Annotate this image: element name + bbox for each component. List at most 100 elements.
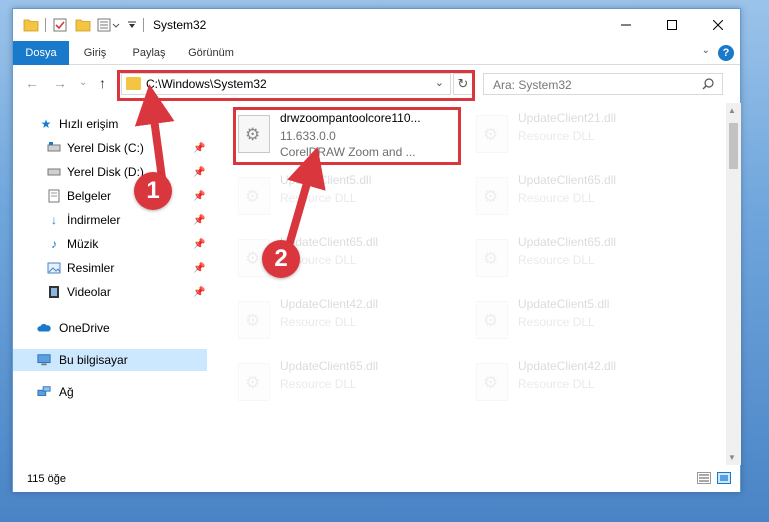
sidebar-item-network[interactable]: Ağ bbox=[13, 381, 207, 403]
scroll-thumb[interactable] bbox=[729, 123, 738, 169]
maximize-icon bbox=[667, 20, 677, 30]
tab-file[interactable]: Dosya bbox=[13, 41, 69, 65]
file-name: UpdateClient65.dll bbox=[518, 235, 617, 249]
details-view-button[interactable] bbox=[697, 472, 711, 484]
sidebar-item-label: Ağ bbox=[59, 385, 74, 399]
file-name: UpdateClient42.dll bbox=[280, 297, 379, 311]
folder-icon[interactable] bbox=[23, 18, 39, 32]
star-icon: ★ bbox=[40, 117, 52, 131]
file-version: Resource DLL bbox=[280, 191, 357, 205]
ribbon-tabs: Dosya Giriş Paylaş Görünüm ⌄ ? bbox=[13, 41, 740, 65]
sidebar-item-label: Müzik bbox=[67, 237, 99, 251]
file-name: UpdateClient5.dll bbox=[518, 297, 610, 311]
file-item[interactable]: UpdateClient42.dll Resource DLL bbox=[470, 357, 700, 407]
large-icons-view-button[interactable] bbox=[717, 472, 731, 484]
scroll-up-icon[interactable]: ▲ bbox=[728, 106, 736, 115]
file-version: Resource DLL bbox=[280, 377, 357, 391]
sidebar-item-pictures[interactable]: Resimler 📌 bbox=[13, 257, 207, 279]
search-box[interactable]: Ara: System32 bbox=[483, 73, 723, 95]
callout-2: 2 bbox=[262, 240, 300, 278]
arrow-right-icon: → bbox=[53, 75, 67, 91]
minimize-icon bbox=[621, 24, 631, 26]
pin-icon[interactable]: 📌 bbox=[193, 167, 205, 178]
pin-icon[interactable]: 📌 bbox=[193, 287, 205, 298]
sidebar-item-onedrive[interactable]: OneDrive bbox=[13, 317, 207, 339]
toolbar-separator bbox=[45, 18, 46, 32]
sidebar-item-label: OneDrive bbox=[59, 321, 110, 335]
sidebar-item-this-pc[interactable]: Bu bilgisayar bbox=[13, 349, 207, 371]
cloud-icon bbox=[37, 323, 51, 332]
file-item[interactable]: UpdateClient5.dll Resource DLL bbox=[232, 171, 462, 221]
sidebar-item-label: Yerel Disk (D:) bbox=[67, 165, 144, 179]
sidebar-item-videos[interactable]: Videolar 📌 bbox=[13, 281, 207, 303]
tab-view[interactable]: Görünüm bbox=[181, 41, 241, 65]
pin-icon[interactable]: 📌 bbox=[193, 263, 205, 274]
search-input[interactable]: Ara: System32 bbox=[493, 78, 572, 92]
recent-locations-button[interactable]: ⌄ bbox=[79, 77, 87, 88]
sidebar-item-label: Videolar bbox=[67, 285, 111, 299]
tab-home[interactable]: Giriş bbox=[73, 41, 117, 65]
sidebar-item-local-disk-c[interactable]: Yerel Disk (C:) 📌 bbox=[13, 137, 207, 159]
drive-icon bbox=[47, 168, 61, 176]
sidebar-item-quick-access[interactable]: ★ Hızlı erişim bbox=[13, 113, 207, 135]
file-item[interactable]: UpdateClient21.dll Resource DLL bbox=[470, 109, 700, 159]
title-bar: System32 bbox=[13, 9, 740, 41]
network-icon bbox=[37, 386, 51, 396]
pictures-icon bbox=[47, 262, 61, 274]
address-highlight bbox=[117, 70, 475, 101]
chevron-down-icon: ⌄ bbox=[79, 77, 88, 88]
details-view-icon bbox=[699, 474, 709, 482]
close-button[interactable] bbox=[695, 9, 741, 41]
file-item[interactable]: UpdateClient65.dll Resource DLL bbox=[470, 233, 700, 283]
sidebar-item-local-disk-d[interactable]: Yerel Disk (D:) 📌 bbox=[13, 161, 207, 183]
file-version: Resource DLL bbox=[280, 315, 357, 329]
item-count: 115 öğe bbox=[27, 473, 66, 485]
sidebar-item-label: Hızlı erişim bbox=[59, 117, 119, 131]
help-button[interactable]: ? bbox=[718, 45, 734, 61]
file-item[interactable]: UpdateClient65.dll Resource DLL bbox=[470, 171, 700, 221]
pin-icon[interactable]: 📌 bbox=[193, 191, 205, 202]
dll-file-icon bbox=[476, 115, 508, 153]
minimize-button[interactable] bbox=[603, 9, 649, 41]
view-options-icon[interactable] bbox=[97, 18, 121, 32]
sidebar-item-music[interactable]: ♪ Müzik 📌 bbox=[13, 233, 207, 255]
up-button[interactable]: ↑ bbox=[99, 75, 106, 91]
pin-icon[interactable]: 📌 bbox=[193, 143, 205, 154]
new-folder-icon[interactable] bbox=[75, 18, 91, 32]
title-separator bbox=[143, 18, 144, 32]
properties-icon[interactable] bbox=[53, 18, 67, 32]
file-name: UpdateClient42.dll bbox=[518, 359, 617, 373]
customize-toolbar-icon[interactable] bbox=[127, 20, 137, 30]
drive-icon bbox=[47, 142, 61, 152]
dll-file-icon bbox=[238, 301, 270, 339]
file-name: UpdateClient65.dll bbox=[518, 173, 617, 187]
window-title: System32 bbox=[153, 18, 207, 32]
callout-1: 1 bbox=[134, 172, 172, 210]
explorer-window: System32 Dosya Giriş Paylaş Görünüm ⌄ ? … bbox=[12, 8, 741, 492]
file-item[interactable]: UpdateClient42.dll Resource DLL bbox=[232, 295, 462, 345]
sidebar-item-downloads[interactable]: ↓ İndirmeler 📌 bbox=[13, 209, 207, 231]
close-icon bbox=[713, 20, 723, 30]
dll-file-icon bbox=[476, 239, 508, 277]
computer-icon bbox=[37, 354, 51, 366]
maximize-button[interactable] bbox=[649, 9, 695, 41]
file-item[interactable]: UpdateClient65.dll Resource DLL bbox=[232, 357, 462, 407]
sidebar-item-documents[interactable]: Belgeler 📌 bbox=[13, 185, 207, 207]
file-version: Resource DLL bbox=[518, 191, 595, 205]
sidebar-item-label: Belgeler bbox=[67, 189, 112, 203]
expand-ribbon-icon[interactable]: ⌄ bbox=[702, 45, 710, 56]
back-button[interactable]: ← bbox=[25, 75, 39, 91]
sidebar-item-label: Yerel Disk (C:) bbox=[67, 141, 144, 155]
tab-share[interactable]: Paylaş bbox=[123, 41, 175, 65]
scroll-down-icon[interactable]: ▼ bbox=[728, 453, 736, 462]
file-item[interactable]: UpdateClient5.dll Resource DLL bbox=[470, 295, 700, 345]
file-name: UpdateClient65.dll bbox=[280, 359, 379, 373]
pin-icon[interactable]: 📌 bbox=[193, 239, 205, 250]
pin-icon[interactable]: 📌 bbox=[193, 215, 205, 226]
dll-file-icon bbox=[476, 363, 508, 401]
vertical-scrollbar[interactable]: ▲ ▼ bbox=[726, 103, 741, 465]
file-version: Resource DLL bbox=[518, 377, 595, 391]
forward-button[interactable]: → bbox=[53, 75, 67, 91]
arrow-left-icon: ← bbox=[25, 75, 39, 91]
dll-file-icon bbox=[476, 177, 508, 215]
